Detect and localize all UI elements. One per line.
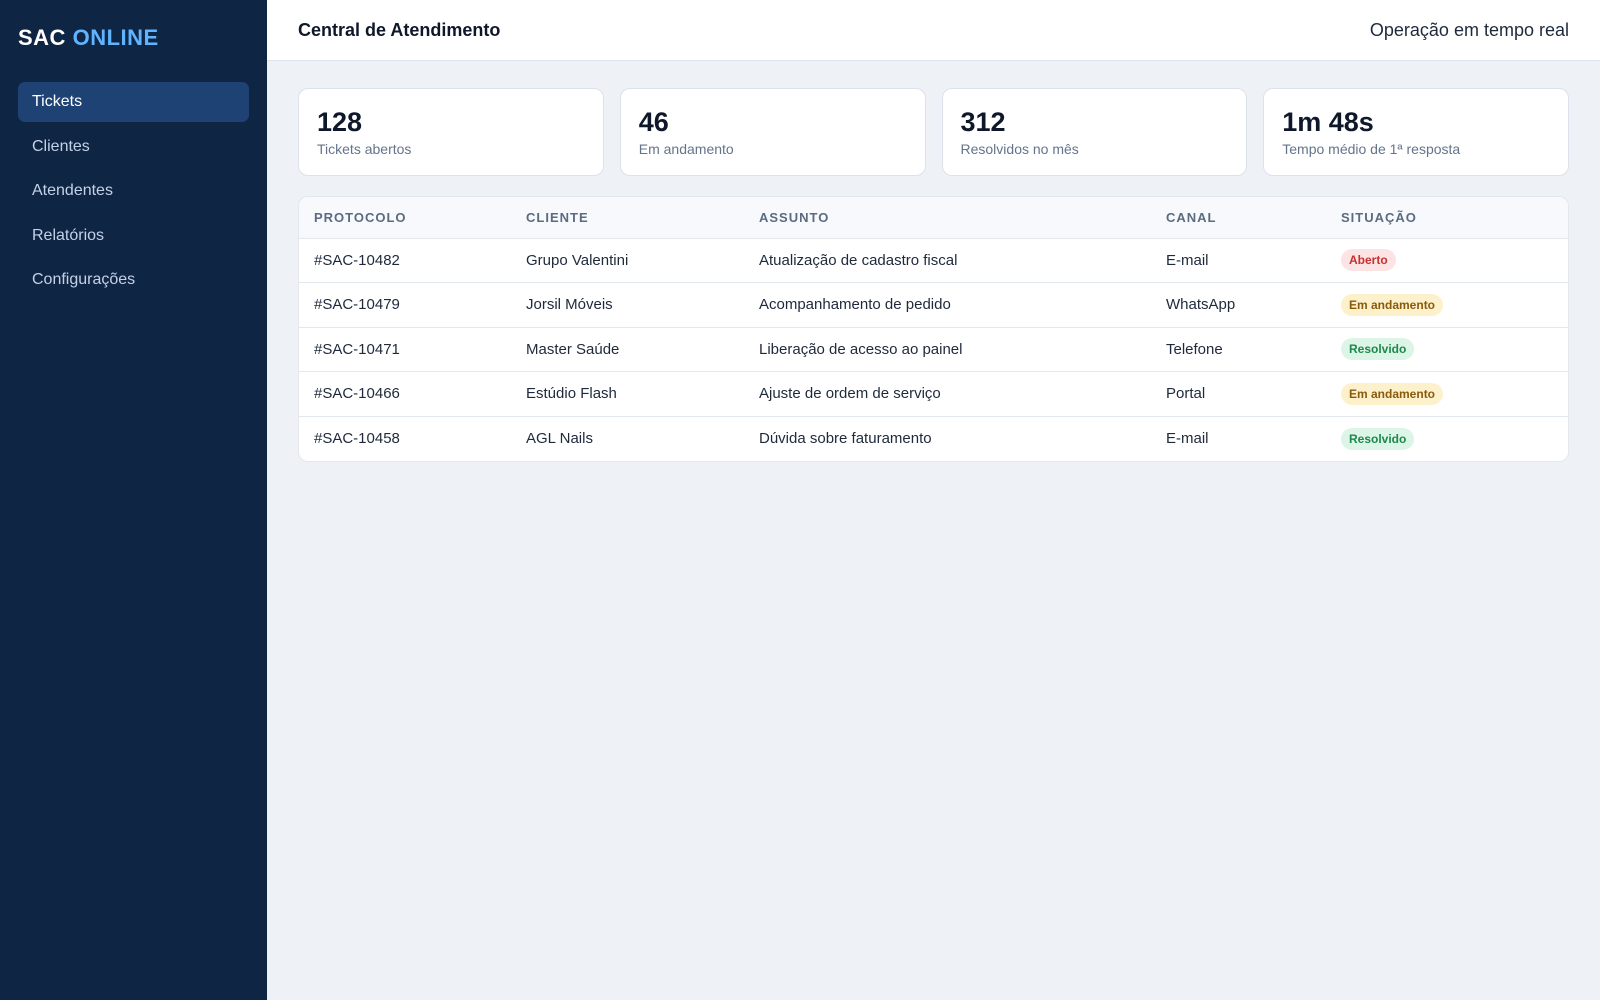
cell-cliente: Master Saúde [511, 327, 744, 372]
sidebar-nav: Tickets Clientes Atendentes Relatórios C… [18, 82, 249, 300]
sidebar-item-tickets[interactable]: Tickets [18, 82, 249, 122]
table-row[interactable]: #SAC-10471 Master Saúde Liberação de ace… [299, 327, 1568, 372]
stat-label: Em andamento [638, 141, 734, 157]
cell-assunto: Atualização de cadastro fiscal [744, 238, 1151, 283]
stat-card-open: 128 Tickets abertos [298, 88, 604, 176]
status-badge: Resolvido [1341, 427, 1415, 450]
cell-cliente: Jorsil Móveis [511, 282, 744, 328]
cell-canal: WhatsApp [1151, 282, 1326, 328]
status-badge: Aberto [1341, 249, 1396, 272]
stat-value: 312 [960, 107, 1006, 137]
cell-assunto: Acompanhamento de pedido [744, 282, 1151, 328]
stat-value: 46 [638, 107, 669, 137]
page-title: Central de Atendimento [298, 19, 501, 40]
cell-situacao: Em andamento [1326, 371, 1568, 417]
sidebar: SAC ONLINE Tickets Clientes Atendentes R… [0, 0, 267, 1000]
cell-situacao: Resolvido [1326, 327, 1568, 372]
brand-name: SAC [18, 25, 66, 50]
cell-canal: Telefone [1151, 327, 1326, 372]
sidebar-item-relatorios[interactable]: Relatórios [18, 216, 249, 256]
stat-card-in-progress: 46 Em andamento [619, 88, 926, 176]
cell-assunto: Ajuste de ordem de serviço [744, 371, 1151, 417]
column-header-situacao[interactable]: SITUAÇÃO [1326, 197, 1568, 239]
column-header-cliente[interactable]: CLIENTE [511, 197, 744, 239]
table-row[interactable]: #SAC-10479 Jorsil Móveis Acompanhamento … [299, 282, 1568, 328]
sidebar-item-atendentes[interactable]: Atendentes [18, 171, 249, 211]
table-row[interactable]: #SAC-10458 AGL Nails Dúvida sobre fatura… [299, 416, 1568, 461]
cell-protocolo: #SAC-10479 [299, 282, 511, 328]
cell-protocolo: #SAC-10471 [299, 327, 511, 372]
cell-situacao: Aberto [1326, 238, 1568, 283]
cell-protocolo: #SAC-10482 [299, 238, 511, 283]
table-row[interactable]: #SAC-10482 Grupo Valentini Atualização d… [299, 238, 1568, 283]
stat-label: Tickets abertos [317, 141, 412, 157]
stats-row: 128 Tickets abertos 46 Em andamento 312 … [298, 88, 1569, 176]
cell-assunto: Dúvida sobre faturamento [759, 430, 932, 447]
table-header-row: PROTOCOLO CLIENTE ASSUNTO CANAL SITUAÇÃO [299, 197, 1568, 239]
cell-canal: E-mail [1166, 430, 1209, 447]
cell-protocolo: #SAC-10458 [314, 430, 400, 447]
column-header-canal[interactable]: CANAL [1151, 197, 1326, 239]
cell-assunto: Liberação de acesso ao painel [744, 327, 1151, 372]
cell-canal: Portal [1151, 371, 1326, 417]
cell-cliente: Grupo Valentini [511, 238, 744, 283]
column-header-protocolo[interactable]: PROTOCOLO [299, 197, 511, 239]
topbar: Central de Atendimento Operação em tempo… [267, 0, 1600, 61]
status-badge: Resolvido [1341, 338, 1415, 361]
sidebar-item-clientes[interactable]: Clientes [18, 127, 249, 167]
operation-status: Operação em tempo real [1369, 19, 1569, 40]
cell-situacao: Em andamento [1326, 282, 1568, 328]
main-area: Central de Atendimento Operação em tempo… [267, 0, 1600, 1000]
stat-label: Resolvidos no mês [960, 141, 1079, 157]
stat-card-resolved: 312 Resolvidos no mês [941, 88, 1248, 176]
cell-cliente: AGL Nails [526, 430, 593, 447]
status-badge: Em andamento [1341, 382, 1444, 405]
column-header-assunto[interactable]: ASSUNTO [744, 197, 1151, 239]
stat-value: 1m 48s [1282, 107, 1374, 137]
stat-label: Tempo médio de 1ª resposta [1282, 141, 1461, 157]
sidebar-item-configuracoes[interactable]: Configurações [18, 260, 249, 300]
tickets-table: PROTOCOLO CLIENTE ASSUNTO CANAL SITUAÇÃO… [299, 197, 1568, 461]
stat-value: 128 [317, 107, 363, 137]
cell-cliente: Estúdio Flash [511, 371, 744, 417]
stat-card-response-time: 1m 48s Tempo médio de 1ª resposta [1263, 88, 1569, 176]
brand-logo: SAC ONLINE [18, 24, 249, 52]
brand-accent: ONLINE [72, 25, 159, 50]
cell-situacao: Resolvido [1326, 416, 1568, 461]
cell-canal: E-mail [1151, 238, 1326, 283]
content: 128 Tickets abertos 46 Em andamento 312 … [267, 61, 1600, 462]
tickets-table-card: PROTOCOLO CLIENTE ASSUNTO CANAL SITUAÇÃO… [298, 196, 1569, 462]
status-badge: Em andamento [1341, 293, 1444, 316]
table-row[interactable]: #SAC-10466 Estúdio Flash Ajuste de ordem… [299, 371, 1568, 417]
cell-protocolo: #SAC-10466 [299, 371, 511, 417]
